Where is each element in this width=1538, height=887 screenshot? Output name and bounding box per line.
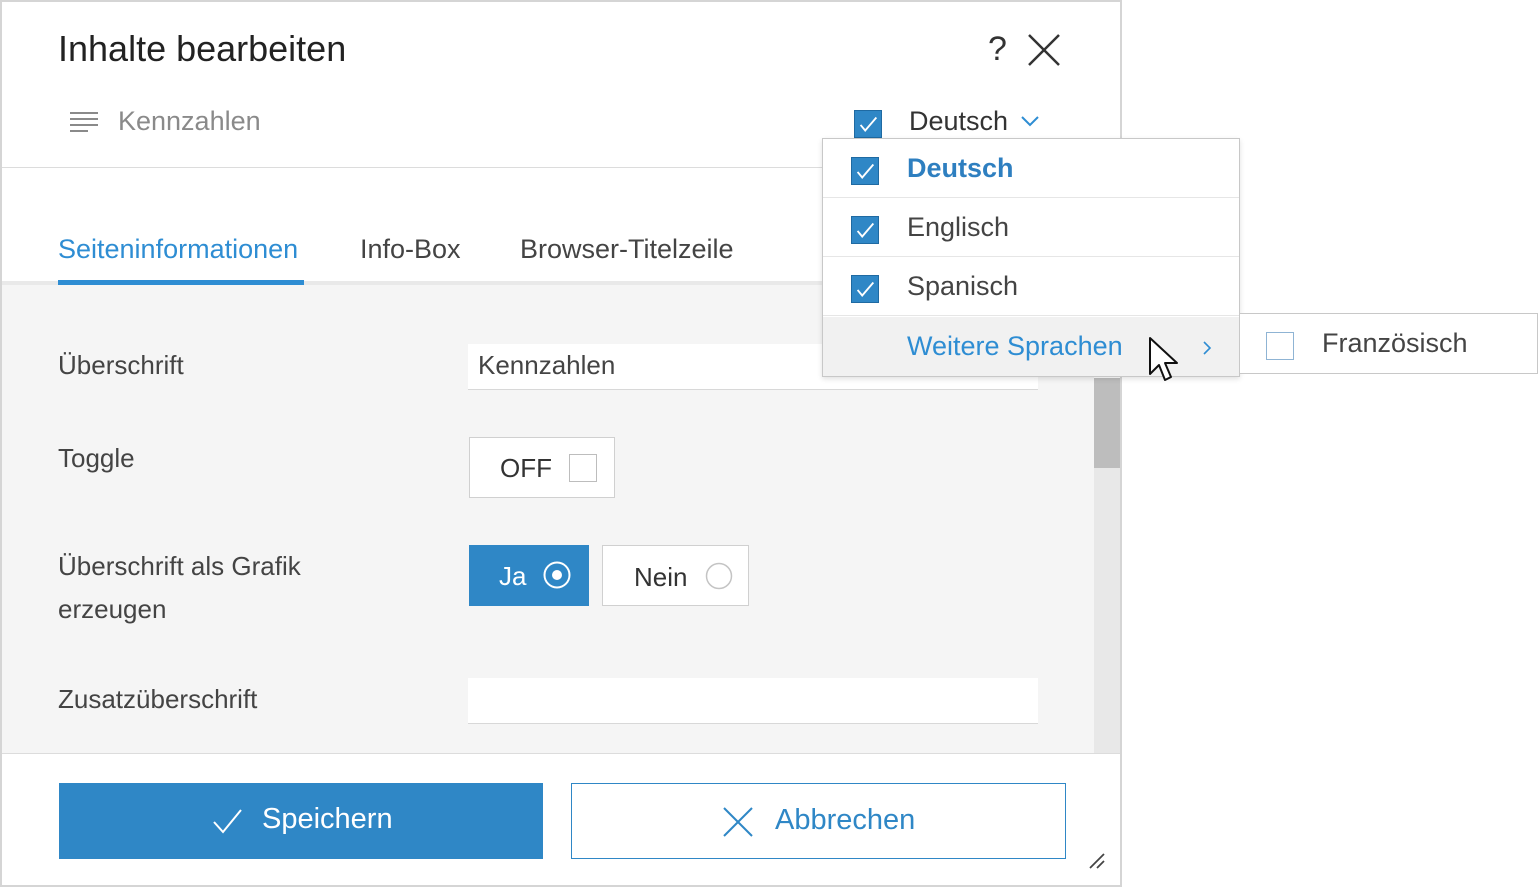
radio-selected-icon bbox=[543, 561, 571, 589]
tab-seiteninformationen[interactable]: Seiteninformationen bbox=[58, 234, 298, 265]
lines-icon bbox=[70, 112, 98, 132]
more-languages-submenu: Französisch bbox=[1239, 313, 1538, 374]
toggle-checkbox[interactable] bbox=[569, 454, 597, 482]
radio-ja[interactable]: Ja bbox=[469, 545, 589, 606]
toggle-label: Toggle bbox=[58, 443, 135, 473]
radio-ja-label: Ja bbox=[499, 561, 527, 591]
footer-divider bbox=[2, 753, 1120, 754]
radio-nein[interactable]: Nein bbox=[602, 545, 749, 606]
x-icon bbox=[723, 807, 753, 837]
edit-content-dialog: Inhalte bearbeiten ? Kennzahlen Deutsch … bbox=[0, 0, 1122, 887]
save-button-label: Speichern bbox=[262, 803, 393, 835]
save-button[interactable]: Speichern bbox=[59, 783, 543, 859]
dropdown-checkbox[interactable] bbox=[851, 157, 879, 185]
check-icon bbox=[859, 116, 878, 132]
dropdown-item-englisch[interactable]: Englisch bbox=[823, 198, 1239, 257]
graphic-label-line2: erzeugen bbox=[58, 594, 167, 624]
close-icon[interactable] bbox=[1026, 32, 1062, 68]
radio-unselected-icon bbox=[705, 562, 733, 590]
dropdown-checkbox[interactable] bbox=[851, 216, 879, 244]
radio-nein-label: Nein bbox=[634, 562, 688, 592]
dialog-title: Inhalte bearbeiten bbox=[58, 28, 347, 69]
submenu-item-label[interactable]: Französisch bbox=[1322, 328, 1468, 359]
scrollbar-thumb[interactable] bbox=[1094, 378, 1120, 468]
check-icon bbox=[856, 281, 875, 297]
help-button[interactable]: ? bbox=[988, 30, 1007, 69]
mouse-pointer-icon bbox=[1149, 337, 1178, 381]
language-checkbox[interactable] bbox=[854, 110, 882, 138]
submenu-checkbox[interactable] bbox=[1266, 332, 1294, 360]
check-icon bbox=[856, 163, 875, 179]
subheading-input[interactable] bbox=[468, 678, 1038, 724]
cancel-button-label: Abbrechen bbox=[775, 804, 916, 836]
more-languages-label: Weitere Sprachen bbox=[907, 331, 1123, 361]
heading-label: Überschrift bbox=[58, 350, 184, 380]
toggle-state-label: OFF bbox=[500, 453, 552, 483]
dropdown-item-deutsch[interactable]: Deutsch bbox=[823, 139, 1239, 198]
check-icon bbox=[213, 809, 242, 834]
dropdown-item-label: Englisch bbox=[907, 212, 1010, 242]
resize-handle-icon[interactable] bbox=[1088, 852, 1106, 870]
chevron-right-icon bbox=[1203, 341, 1212, 355]
dropdown-item-spanisch[interactable]: Spanisch bbox=[823, 257, 1239, 316]
toggle-switch[interactable]: OFF bbox=[469, 437, 615, 498]
cancel-button[interactable]: Abbrechen bbox=[571, 783, 1066, 859]
graphic-label-line1: Überschrift als Grafik bbox=[58, 551, 301, 581]
tab-browser-titelzeile[interactable]: Browser-Titelzeile bbox=[520, 234, 734, 265]
check-icon bbox=[856, 222, 875, 238]
breadcrumb: Kennzahlen bbox=[118, 106, 261, 136]
language-select[interactable]: Deutsch bbox=[909, 106, 1008, 137]
subheading-label: Zusatzüberschrift bbox=[58, 684, 258, 714]
tab-info-box[interactable]: Info-Box bbox=[360, 234, 461, 265]
chevron-down-icon[interactable] bbox=[1020, 114, 1040, 128]
dropdown-item-label: Spanisch bbox=[907, 271, 1019, 301]
dropdown-checkbox[interactable] bbox=[851, 275, 879, 303]
dropdown-item-label: Deutsch bbox=[907, 153, 1014, 183]
